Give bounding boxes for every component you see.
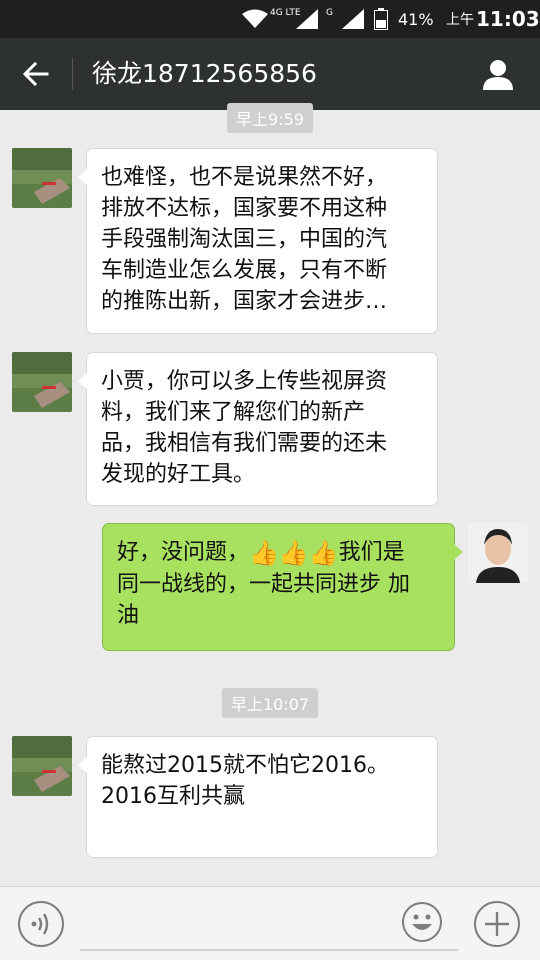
message-bubble-outgoing[interactable]: 好，没问题，👍👍👍我们是 同一战线的，一起共同进步 加 油: [102, 523, 463, 651]
signal-icon-2: [342, 0, 364, 38]
back-button[interactable]: [14, 54, 58, 94]
battery-icon: [374, 0, 388, 38]
chat-input-bar: [0, 886, 540, 960]
message-text-line: 的推陈出新，国家才会进步…: [101, 289, 388, 314]
message-text-line: 同一战线的，一起共同进步 加: [117, 572, 410, 597]
message-text-line: 好，没问题，👍👍👍我们是: [117, 537, 440, 569]
message-text-line: 发现的好工具。: [101, 462, 256, 487]
emoji-icon: [412, 914, 432, 930]
status-bar: 4G LTE G 41% 上午 11:03: [0, 0, 540, 38]
message-text-line: 手段强制淘汰国三，中国的汽: [101, 227, 388, 252]
message-text-line: 2016互利共赢: [101, 784, 245, 809]
thumbs-up-icon: 👍👍👍: [249, 539, 339, 567]
back-arrow-icon: [23, 62, 49, 86]
header-divider: [72, 58, 73, 90]
wifi-icon: [242, 0, 268, 38]
bubble-tail: [78, 757, 87, 773]
message-bubble-incoming[interactable]: 也难怪，也不是说果然不好， 排放不达标，国家要不用这种 手段强制淘汰国三，中国的…: [78, 148, 438, 334]
message-timestamp: 早上10:07: [221, 688, 319, 718]
message-text-part: 好，没问题，: [117, 540, 250, 565]
message-timestamp: 早上9:59: [227, 103, 313, 133]
contact-avatar[interactable]: [12, 352, 72, 412]
contact-avatar[interactable]: [12, 148, 72, 208]
chat-header: 徐龙18712565856: [0, 38, 540, 110]
contact-avatar[interactable]: [12, 736, 72, 796]
message-text-line: 能熬过2015就不怕它2016。: [101, 753, 389, 778]
battery-percent: 41%: [398, 9, 434, 29]
status-time: 上午 11:03: [446, 7, 540, 31]
g-network-label: G: [326, 8, 333, 18]
message-bubble-incoming[interactable]: 小贾，你可以多上传些视屏资 料，我们来了解您们的新产 品，我相信有我们需要的还未…: [78, 352, 438, 506]
bubble-tail: [454, 544, 463, 560]
bubble-tail: [78, 169, 87, 185]
emoji-button[interactable]: [402, 902, 442, 942]
voice-button[interactable]: [18, 901, 64, 947]
user-avatar[interactable]: [468, 523, 528, 583]
message-text-line: 品，我相信有我们需要的还未: [101, 431, 388, 456]
message-text-line: 也难怪，也不是说果然不好，: [101, 165, 388, 190]
signal-icon: [296, 0, 318, 38]
message-text-line: 油: [117, 603, 140, 628]
message-text-line: 排放不达标，国家要不用这种: [101, 196, 388, 221]
chat-title: 徐龙18712565856: [92, 59, 317, 88]
plus-icon: [485, 912, 509, 936]
message-bubble-incoming[interactable]: 能熬过2015就不怕它2016。 2016互利共赢: [78, 736, 438, 858]
bubble-tail: [78, 373, 87, 389]
more-options-button[interactable]: [474, 901, 520, 947]
message-text-part: 我们是: [338, 540, 405, 565]
voice-icon: [31, 913, 49, 935]
profile-button[interactable]: [478, 54, 518, 94]
message-text-line: 小贾，你可以多上传些视屏资: [101, 369, 388, 394]
person-icon: [483, 60, 513, 90]
message-text-line: 料，我们来了解您们的新产: [101, 400, 366, 425]
message-text-line: 车制造业怎么发展，只有不断: [101, 258, 388, 283]
